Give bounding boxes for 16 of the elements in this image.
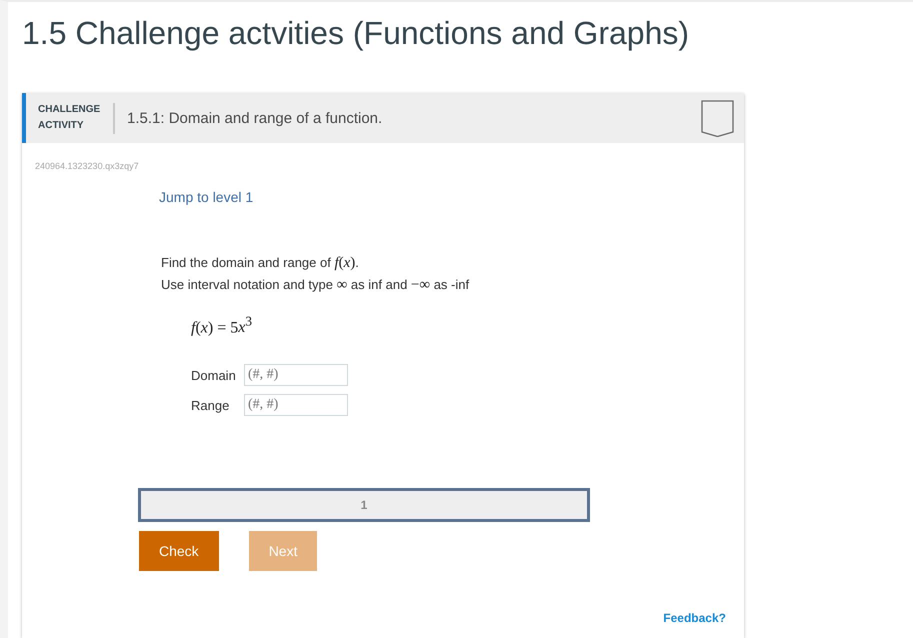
page-title: 1.5 Challenge actvities (Functions and Graphs) [22,14,690,53]
answer-field[interactable]: (#, #) [244,394,348,416]
activity-id: 240964.1323230.qx3zqy7 [35,160,140,172]
instruction-text: Find the domain and range of f(x). [161,254,360,273]
field-label: Domain [191,368,237,383]
field-label: Range [191,398,230,413]
feedback-link[interactable]: Feedback? [663,610,726,626]
instruction-text: Use interval notation and type ∞ as inf and −∞ as -inf [161,276,470,295]
level-tab[interactable]: 1 [138,488,590,522]
bookmark-icon[interactable] [701,100,734,136]
activity-type-label: CHALLENGE ACTIVITY [38,103,101,133]
jump-to-level-link[interactable]: Jump to level 1 [159,188,254,206]
function-formula: f(x) = 5x$^{3}$ [191,313,252,338]
activity-title: 1.5.1: Domain and range of a function. [127,110,384,126]
answer-field[interactable]: (#, #) [244,364,348,386]
check-button[interactable]: Check [139,531,219,572]
